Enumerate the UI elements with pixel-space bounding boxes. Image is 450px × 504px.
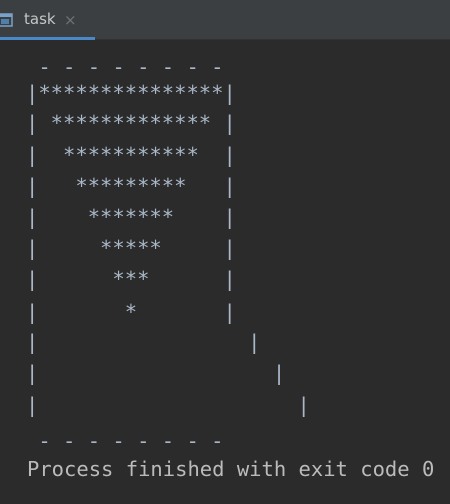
active-tab-indicator: [0, 37, 95, 40]
console-line: | * |: [26, 300, 236, 324]
close-icon[interactable]: ×: [64, 10, 77, 30]
console-line: | *********** |: [26, 143, 236, 167]
console-line: | ***** |: [26, 236, 236, 260]
run-console[interactable]: - - - - - - - - |***************| | ****…: [0, 41, 450, 504]
console-line: | |: [26, 361, 286, 385]
console-line: - - - - - - - -: [26, 55, 224, 79]
console-window-icon: [0, 12, 13, 27]
console-line: - - - - - - - -: [26, 429, 224, 453]
console-line: | |: [26, 393, 310, 417]
editor-tab-bar: task ×: [0, 0, 450, 40]
tab-label: task: [24, 10, 56, 28]
console-line: | ******* |: [26, 205, 236, 229]
process-finished-message: Process finished with exit code 0: [27, 457, 435, 481]
console-line: | *** |: [26, 267, 236, 291]
console-line: | ********* |: [26, 174, 236, 198]
console-line: | ************* |: [26, 111, 236, 135]
tab-task[interactable]: task ×: [0, 0, 95, 40]
console-line: |***************|: [26, 81, 236, 105]
console-line: | |: [26, 330, 261, 354]
